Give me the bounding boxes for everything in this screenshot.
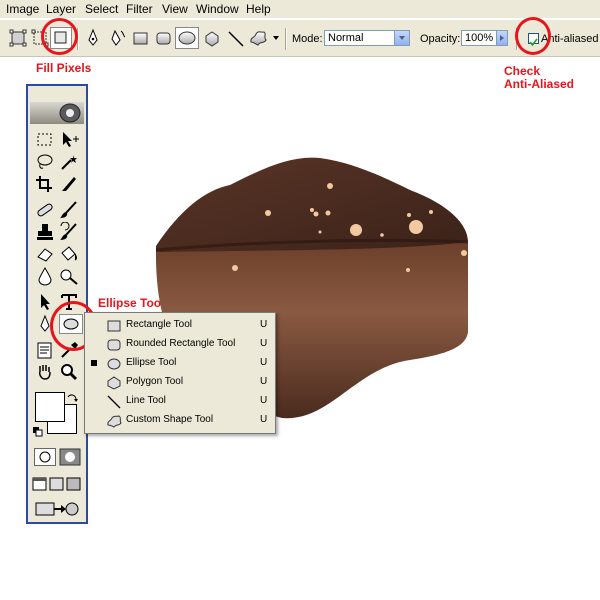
rounded-rectangle-tool-icon[interactable] <box>154 29 174 49</box>
shape-layers-button[interactable] <box>8 28 28 48</box>
flyout-item-label: Line Tool <box>126 395 166 406</box>
slice-tool-icon[interactable] <box>58 174 80 194</box>
menu-bar: Image Layer Select Filter View Window He… <box>0 0 600 18</box>
ellipse-tool-icon[interactable] <box>175 27 199 49</box>
custom-shape-tool-icon[interactable] <box>248 28 272 48</box>
mode-select[interactable]: Normal <box>324 30 410 46</box>
clone-stamp-tool-icon[interactable] <box>34 222 56 242</box>
flyout-item-custom-shape-tool[interactable]: Custom Shape Tool U <box>85 411 275 430</box>
mode-label: Mode: <box>292 33 323 45</box>
rectangle-shape-icon <box>106 318 122 334</box>
default-colors-icon[interactable] <box>33 424 43 437</box>
flyout-item-shortcut: U <box>260 395 268 406</box>
rounded-rectangle-shape-icon <box>106 337 122 353</box>
flyout-item-rounded-rectangle-tool[interactable]: Rounded Rectangle Tool U <box>85 335 275 354</box>
full-screen-mode-icon[interactable] <box>66 476 81 496</box>
check-annotation-line2: Anti-Aliased <box>504 77 575 91</box>
flyout-item-label: Rectangle Tool <box>126 319 192 330</box>
opacity-value: 100% <box>465 32 494 44</box>
check-annotation-line1: Check <box>504 64 541 78</box>
menu-help[interactable]: Help <box>246 2 271 16</box>
polygon-shape-icon <box>106 375 122 391</box>
dodge-tool-icon[interactable] <box>58 266 80 286</box>
flyout-item-label: Custom Shape Tool <box>126 414 214 425</box>
blur-tool-icon[interactable] <box>34 266 56 286</box>
menu-view[interactable]: View <box>162 2 188 16</box>
selected-indicator-icon <box>91 360 97 366</box>
zoom-tool-icon[interactable] <box>58 362 80 382</box>
eye-logo-icon <box>59 103 81 123</box>
opacity-input[interactable]: 100% <box>461 30 508 46</box>
menu-layer[interactable]: Layer <box>46 2 76 16</box>
brush-tool-icon[interactable] <box>58 200 80 220</box>
fill-pixels-annotation: Fill Pixels <box>36 61 92 75</box>
magic-wand-tool-icon[interactable] <box>58 152 80 172</box>
shape-tools-flyout-menu: Rectangle Tool U Rounded Rectangle Tool … <box>84 312 276 434</box>
flyout-item-shortcut: U <box>260 376 268 387</box>
quick-mask-mode-icon[interactable] <box>59 448 81 466</box>
flyout-item-polygon-tool[interactable]: Polygon Tool U <box>85 373 275 392</box>
healing-brush-tool-icon[interactable] <box>34 200 56 220</box>
marquee-tool-icon[interactable] <box>34 130 56 150</box>
flyout-item-label: Ellipse Tool <box>126 357 177 368</box>
path-selection-tool-icon[interactable] <box>34 292 56 312</box>
line-tool-icon[interactable] <box>226 29 246 49</box>
notes-tool-icon[interactable] <box>34 340 56 360</box>
history-brush-tool-icon[interactable] <box>58 221 80 242</box>
custom-shape-icon <box>106 413 122 429</box>
crop-tool-icon[interactable] <box>34 174 56 194</box>
ellipse-shape-icon <box>106 356 122 372</box>
eraser-tool-icon[interactable] <box>34 244 56 264</box>
toolbox-header-logo <box>30 102 84 124</box>
pen-tool-icon[interactable] <box>83 28 103 48</box>
opacity-label: Opacity: <box>420 33 461 45</box>
foreground-color-swatch[interactable] <box>35 392 65 422</box>
lasso-tool-icon[interactable] <box>34 152 56 172</box>
full-screen-menu-mode-icon[interactable] <box>49 476 64 496</box>
mode-select-value: Normal <box>328 32 364 44</box>
freeform-pen-icon[interactable] <box>107 28 127 48</box>
flyout-item-line-tool[interactable]: Line Tool U <box>85 392 275 411</box>
standard-mode-icon[interactable] <box>34 448 56 466</box>
menu-filter[interactable]: Filter <box>126 2 153 16</box>
flyout-item-shortcut: U <box>260 357 268 368</box>
flyout-item-shortcut: U <box>260 338 268 349</box>
anti-aliased-highlight-circle <box>515 17 551 55</box>
swap-colors-icon[interactable] <box>66 392 78 404</box>
chevron-right-icon[interactable] <box>496 31 507 45</box>
menu-window[interactable]: Window <box>196 2 239 16</box>
menu-select[interactable]: Select <box>85 2 118 16</box>
move-tool-icon[interactable] <box>58 130 80 150</box>
options-bar: Mode: Normal Opacity: 100% Anti-aliased <box>0 19 600 57</box>
flyout-item-label: Polygon Tool <box>126 376 184 387</box>
paint-bucket-tool-icon[interactable] <box>58 244 80 264</box>
flyout-item-label: Rounded Rectangle Tool <box>126 338 236 349</box>
fill-pixels-highlight-circle <box>41 18 78 55</box>
chevron-down-icon <box>394 31 409 45</box>
flyout-item-rectangle-tool[interactable]: Rectangle Tool U <box>85 316 275 335</box>
hand-tool-icon[interactable] <box>34 362 56 382</box>
line-shape-icon <box>106 394 122 410</box>
jump-to-imageready-icon[interactable] <box>34 500 80 520</box>
flyout-item-ellipse-tool[interactable]: Ellipse Tool U <box>85 354 275 373</box>
polygon-tool-icon[interactable] <box>202 29 222 49</box>
shape-options-dropdown-icon[interactable] <box>272 34 280 42</box>
rectangle-tool-icon[interactable] <box>131 29 151 49</box>
standard-screen-mode-icon[interactable] <box>32 476 47 496</box>
flyout-item-shortcut: U <box>260 319 268 330</box>
menu-image[interactable]: Image <box>6 2 39 16</box>
flyout-item-shortcut: U <box>260 414 268 425</box>
